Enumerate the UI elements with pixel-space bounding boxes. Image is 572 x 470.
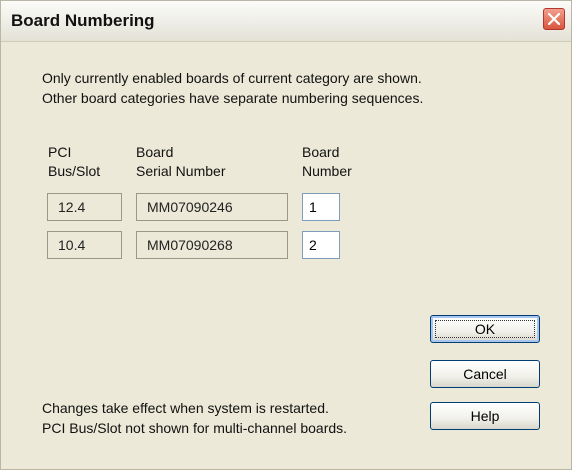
board-number-input[interactable]: 2 <box>302 231 340 259</box>
number-header-line1: Board <box>302 144 340 160</box>
pci-bus-slot-field: 12.4 <box>47 193 122 221</box>
footer-note-line2: PCI Bus/Slot not shown for multi-channel… <box>42 420 348 436</box>
focus-rectangle <box>435 320 535 338</box>
cancel-button[interactable]: Cancel <box>430 360 540 388</box>
pci-header-line1: PCI <box>48 144 72 160</box>
help-button-label: Help <box>470 408 500 424</box>
board-number-input[interactable]: 1 <box>302 193 340 221</box>
intro-text-line2: Other board categories have separate num… <box>42 90 424 106</box>
dialog-title: Board Numbering <box>11 11 155 30</box>
intro-text-line1: Only currently enabled boards of current… <box>42 70 422 86</box>
serial-number-field: MM07090246 <box>136 193 288 221</box>
help-button[interactable]: Help <box>430 402 540 430</box>
board-numbering-dialog: Board Numbering Only currently enabled b… <box>0 0 572 470</box>
serial-header-line2: Serial Number <box>136 163 226 179</box>
serial-number-field: MM07090268 <box>136 231 288 259</box>
close-button[interactable] <box>543 8 565 30</box>
pci-header-line2: Bus/Slot <box>48 163 101 179</box>
close-icon <box>548 13 560 25</box>
number-header-line2: Number <box>302 163 352 179</box>
serial-header-line1: Board <box>136 144 174 160</box>
cancel-button-label: Cancel <box>463 366 507 382</box>
title-bar[interactable]: Board Numbering <box>1 1 571 42</box>
footer-note-line1: Changes take effect when system is resta… <box>42 400 329 416</box>
ok-button[interactable]: OK <box>430 315 540 343</box>
pci-bus-slot-field: 10.4 <box>47 231 122 259</box>
